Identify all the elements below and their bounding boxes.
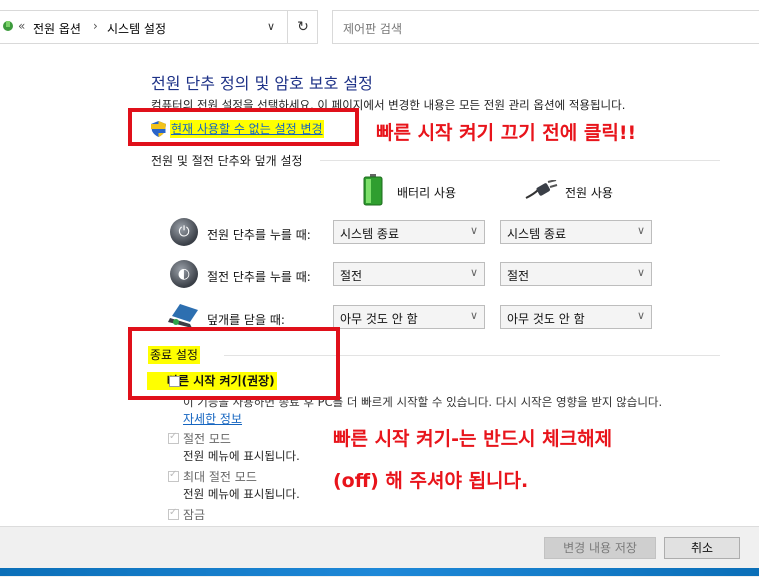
chevron-down-icon: ∨ (636, 224, 645, 237)
lid-close-battery-select[interactable]: 아무 것도 안 함 ∨ (333, 305, 485, 329)
annotation-box-top (128, 108, 359, 146)
sleep-description: 전원 메뉴에 표시됩니다. (183, 449, 300, 463)
sleep-button-label: 절전 단추를 누를 때: (207, 270, 311, 284)
chevron-down-icon: ∨ (469, 309, 478, 322)
battery-column-header: 배터리 사용 (397, 186, 457, 200)
refresh-icon[interactable]: ↻ (287, 11, 318, 43)
address-dropdown-icon[interactable]: ∨ (262, 20, 280, 36)
annotation-top: 빠른 시작 켜기 끄기 전에 클릭!! (376, 122, 637, 144)
select-value: 시스템 종료 (340, 227, 400, 241)
select-value: 절전 (507, 269, 530, 283)
taskbar-strip (0, 568, 759, 576)
sleep-button-icon: ◐ (170, 260, 198, 288)
chevron-down-icon: ∨ (469, 224, 478, 237)
lock-checkbox: ✓ (168, 507, 179, 520)
chevron-down-icon: ∨ (636, 309, 645, 322)
section-divider (320, 160, 720, 161)
select-value: 아무 것도 안 함 (507, 312, 585, 326)
select-value: 아무 것도 안 함 (340, 312, 418, 326)
buttons-section-heading: 전원 및 절전 단추와 덮개 설정 (151, 154, 303, 168)
lock-label: 잠금 (183, 508, 206, 522)
plugged-column-header: 전원 사용 (565, 186, 613, 200)
sleep-button-battery-select[interactable]: 절전 ∨ (333, 262, 485, 286)
hibernate-checkbox: ✓ (168, 469, 179, 482)
cancel-button[interactable]: 취소 (664, 537, 740, 559)
power-button-icon: ⏻ (170, 218, 198, 246)
breadcrumb-system-settings[interactable]: 시스템 설정 (107, 20, 166, 37)
search-placeholder: 제어판 검색 (343, 22, 403, 36)
lid-close-plugged-select[interactable]: 아무 것도 안 함 ∨ (500, 305, 652, 329)
annotation-bottom-line1: 빠른 시작 켜기-는 반드시 체크해제 (333, 428, 613, 450)
select-value: 시스템 종료 (507, 227, 567, 241)
breadcrumb-prefix: « (18, 19, 26, 33)
chevron-down-icon: ∨ (636, 266, 645, 279)
lid-close-label: 덮개를 닫을 때: (207, 313, 285, 327)
sleep-checkbox: ✓ (168, 431, 179, 444)
power-button-label: 전원 단추를 누를 때: (207, 228, 311, 242)
power-button-battery-select[interactable]: 시스템 종료 ∨ (333, 220, 485, 244)
power-plug-icon (525, 180, 558, 199)
power-button-plugged-select[interactable]: 시스템 종료 ∨ (500, 220, 652, 244)
sleep-label: 절전 모드 (183, 432, 231, 446)
address-bar[interactable]: « 전원 옵션 › 시스템 설정 ∨ ↻ (0, 10, 318, 44)
annotation-bottom-line2: (off) 해 주셔야 됩니다. (333, 470, 529, 492)
breadcrumb-power-options[interactable]: 전원 옵션 (33, 20, 81, 37)
select-value: 절전 (340, 269, 363, 283)
sleep-button-plugged-select[interactable]: 절전 ∨ (500, 262, 652, 286)
chevron-down-icon: ∨ (469, 266, 478, 279)
laptop-lid-icon (168, 304, 198, 328)
breadcrumb-separator: › (93, 19, 98, 33)
hibernate-label: 최대 절전 모드 (183, 470, 257, 484)
search-input[interactable]: 제어판 검색 (332, 10, 759, 44)
save-changes-button[interactable]: 변경 내용 저장 (544, 537, 656, 559)
learn-more-link[interactable]: 자세한 정보 (183, 410, 242, 427)
hibernate-description: 전원 메뉴에 표시됩니다. (183, 487, 300, 501)
power-options-icon (3, 21, 13, 31)
annotation-box-bottom (128, 327, 340, 400)
battery-icon (363, 174, 383, 206)
page-title: 전원 단추 정의 및 암호 보호 설정 (151, 74, 373, 93)
